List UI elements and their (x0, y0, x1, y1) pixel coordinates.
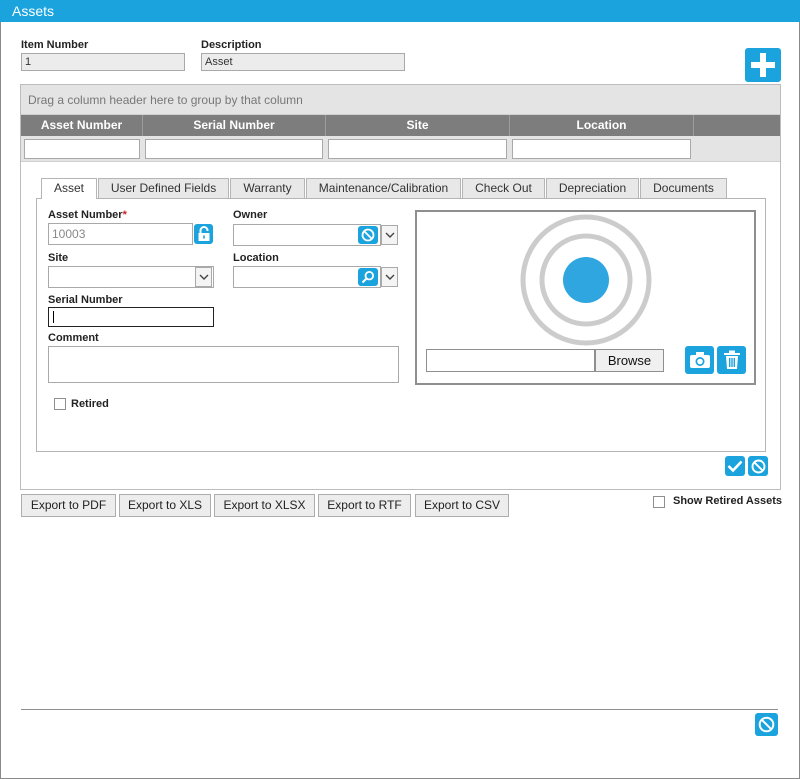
camera-button[interactable] (685, 346, 714, 374)
location-dropdown-button[interactable] (381, 267, 398, 287)
location-label: Location (233, 252, 279, 264)
add-icon (751, 53, 775, 77)
column-header-asset-number[interactable]: Asset Number (21, 115, 143, 136)
tab-depreciation[interactable]: Depreciation (546, 178, 639, 199)
export-pdf-button[interactable]: Export to PDF (21, 494, 116, 517)
image-file-path-field[interactable] (426, 349, 595, 372)
filter-asset-number[interactable] (24, 139, 140, 159)
tab-documents[interactable]: Documents (640, 178, 727, 199)
comment-label: Comment (48, 332, 99, 344)
chevron-down-icon (385, 274, 394, 280)
asset-number-label-text: Asset Number (48, 209, 123, 221)
cancel-icon (361, 228, 375, 242)
group-by-panel[interactable]: Drag a column header here to group by th… (21, 85, 780, 115)
description-label: Description (201, 39, 262, 51)
column-header-site[interactable]: Site (326, 115, 510, 136)
site-select[interactable] (48, 266, 214, 288)
retired-label: Retired (71, 398, 109, 410)
serial-number-field[interactable] (48, 307, 214, 327)
item-number-label: Item Number (21, 39, 89, 51)
add-button[interactable] (745, 48, 781, 82)
trash-icon (723, 350, 740, 369)
lock-button[interactable] (194, 224, 213, 244)
tab-warranty[interactable]: Warranty (230, 178, 305, 199)
tab-check-out[interactable]: Check Out (462, 178, 545, 199)
comment-textarea[interactable] (48, 346, 399, 383)
cancel-edit-button[interactable] (748, 456, 768, 476)
asset-number-field[interactable]: 10003 (48, 223, 193, 245)
asset-number-label: Asset Number* (48, 209, 127, 221)
save-button[interactable] (725, 456, 745, 476)
required-marker: * (122, 209, 127, 221)
retired-checkbox[interactable] (54, 398, 66, 410)
export-rtf-button[interactable]: Export to RTF (318, 494, 411, 517)
site-dropdown-button[interactable] (195, 267, 212, 287)
item-number-field[interactable]: 1 (21, 53, 185, 71)
owner-label: Owner (233, 209, 268, 221)
filter-serial-number[interactable] (145, 139, 323, 159)
filter-location[interactable] (512, 139, 691, 159)
lock-icon (198, 226, 209, 241)
text-cursor (53, 311, 54, 323)
window-title: Assets (0, 0, 800, 22)
column-header-location[interactable]: Location (510, 115, 694, 136)
serial-number-label: Serial Number (48, 294, 123, 306)
cancel-icon (751, 459, 765, 473)
tab-user-defined-fields[interactable]: User Defined Fields (98, 178, 229, 199)
grid-header-row: Asset Number Serial Number Site Location (21, 115, 780, 136)
grid-filter-row (21, 136, 780, 162)
show-retired-label: Show Retired Assets (673, 495, 783, 507)
close-button[interactable] (755, 713, 778, 736)
location-search-button[interactable] (358, 268, 378, 286)
chevron-down-icon (199, 274, 208, 280)
filter-site[interactable] (328, 139, 507, 159)
delete-image-button[interactable] (717, 346, 746, 374)
cancel-icon (758, 716, 775, 733)
export-xlsx-button[interactable]: Export to XLSX (214, 494, 315, 517)
column-header-serial-number[interactable]: Serial Number (143, 115, 326, 136)
footer-divider (21, 709, 778, 710)
owner-dropdown-button[interactable] (381, 225, 398, 245)
check-icon (727, 460, 743, 473)
active-tab-joiner (42, 197, 96, 199)
image-placeholder-icon (520, 214, 652, 346)
search-icon (361, 270, 374, 284)
owner-clear-button[interactable] (358, 226, 378, 244)
export-csv-button[interactable]: Export to CSV (415, 494, 509, 517)
browse-button[interactable]: Browse (595, 349, 664, 372)
tab-maintenance-calibration[interactable]: Maintenance/Calibration (306, 178, 461, 199)
description-field[interactable]: Asset (201, 53, 405, 71)
site-label: Site (48, 252, 69, 264)
camera-icon (689, 352, 710, 368)
show-retired-checkbox[interactable] (653, 496, 665, 508)
chevron-down-icon (385, 232, 394, 238)
export-xls-button[interactable]: Export to XLS (119, 494, 211, 517)
